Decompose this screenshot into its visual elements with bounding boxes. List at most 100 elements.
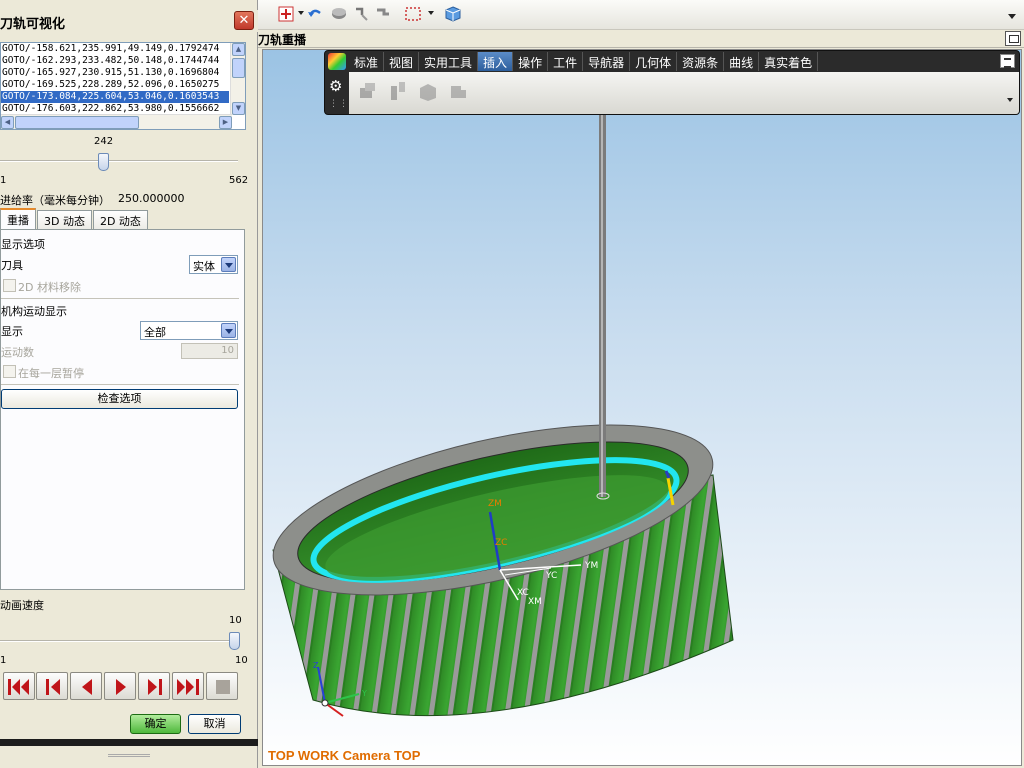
code-line[interactable]: GOTO/-158.621,235.991,49.149,0.1792474 <box>1 43 229 55</box>
motion-count-field[interactable]: 10 <box>181 343 238 359</box>
undo-arrow-icon[interactable] <box>306 5 324 23</box>
step-back-icon <box>46 679 60 695</box>
chevron-down-icon[interactable] <box>221 323 236 338</box>
scroll-left-icon[interactable]: ◀ <box>1 116 14 129</box>
create-program-icon[interactable] <box>357 80 379 102</box>
motion-slider-thumb[interactable] <box>97 153 109 171</box>
code-line[interactable]: GOTO/-162.293,233.482,50.148,0.1744744 <box>1 55 229 67</box>
xm-axis-label: XM <box>528 597 542 607</box>
ribbon-tab-navigator[interactable]: 导航器 <box>583 52 631 71</box>
display-label: 显示 <box>1 325 23 338</box>
display-options-heading: 显示选项 <box>1 238 45 251</box>
pause-each-layer-checkbox[interactable] <box>3 365 16 378</box>
app-logo-icon[interactable] <box>328 53 346 70</box>
graphics-viewport[interactable]: ZM ZC YC YM XC XM Z Y TOP WORK Camera TO… <box>262 49 1022 766</box>
screen: 刀轨重播 ZM ZC YC YM XC XM Z Y TOP WORK Came… <box>0 0 1024 768</box>
ribbon-tab-workpiece[interactable]: 工件 <box>548 52 584 71</box>
speed-max-value: 10 <box>235 655 248 666</box>
replay-panel: 显示选项 刀具 实体 2D 材料移除 机构运动显示 显示 全部 运动数 10 在… <box>0 229 245 590</box>
ribbon-tabs: 标准 视图 实用工具 插入 操作 工件 导航器 几何体 资源条 曲线 真实着色 <box>349 52 819 72</box>
animation-speed-label: 动画速度 <box>0 599 44 612</box>
material-removal-checkbox[interactable] <box>3 279 16 292</box>
tab-2d-dynamic[interactable]: 2D 动态 <box>92 210 148 229</box>
speed-slider-thumb[interactable] <box>229 632 240 650</box>
code-line[interactable]: GOTO/-173.084,225.604,53.046,0.1603543 <box>1 91 229 103</box>
step-forward-icon <box>148 679 162 695</box>
ribbon-tab-true-shading[interactable]: 真实着色 <box>759 52 819 71</box>
ribbon-tab-resource-bar[interactable]: 资源条 <box>677 52 725 71</box>
z-triad-label: Z <box>313 661 319 670</box>
tool-icon[interactable] <box>374 5 392 23</box>
zm-axis-label: ZM <box>488 499 502 509</box>
ribbon-tab-operation[interactable]: 操作 <box>513 52 549 71</box>
toolpath-code-list[interactable]: GOTO/-158.621,235.991,49.149,0.1792474 GO… <box>0 42 246 130</box>
view-cube-icon[interactable] <box>444 5 462 23</box>
transform-icon[interactable] <box>352 5 370 23</box>
step-forward-button[interactable] <box>138 672 170 700</box>
check-options-button[interactable]: 检查选项 <box>1 389 238 409</box>
motion-count-label: 运动数 <box>1 346 34 359</box>
speed-slider-track[interactable] <box>0 640 238 642</box>
ribbon-tab-curve[interactable]: 曲线 <box>724 52 760 71</box>
view-label: TOP WORK Camera TOP <box>268 748 421 763</box>
motion-slider-track[interactable] <box>0 160 238 162</box>
feed-rate-label: 进给率（毫米每分钟） <box>0 194 110 207</box>
ribbon-menu-icon[interactable] <box>1000 54 1015 68</box>
select-dropdown-icon[interactable] <box>428 11 434 15</box>
hscroll-thumb[interactable] <box>15 116 139 129</box>
go-to-start-button[interactable] <box>3 672 35 700</box>
divider <box>1 384 239 385</box>
ribbon-tab-geometry[interactable]: 几何体 <box>630 52 678 71</box>
horizontal-scrollbar[interactable]: ◀ ▶ <box>1 114 232 129</box>
chevron-down-icon[interactable] <box>221 257 236 272</box>
close-button[interactable]: ✕ <box>234 11 254 30</box>
create-tool-icon[interactable] <box>387 80 409 102</box>
stop-icon <box>216 680 230 694</box>
display-select[interactable]: 全部 <box>140 321 238 340</box>
scroll-down-icon[interactable]: ▼ <box>232 102 245 115</box>
go-to-end-button[interactable] <box>172 672 204 700</box>
dialog-title: 刀轨可视化 <box>0 10 258 32</box>
add-point-icon[interactable] <box>278 5 296 23</box>
ribbon-tab-utilities[interactable]: 实用工具 <box>419 52 479 71</box>
gear-icon[interactable]: ⚙ <box>329 77 342 95</box>
ribbon-collapse-icon[interactable] <box>1007 98 1013 102</box>
play-reverse-button[interactable] <box>70 672 102 700</box>
add-point-dropdown-icon[interactable] <box>298 11 304 15</box>
resize-grip-icon[interactable] <box>108 754 150 757</box>
ym-axis-label: YM <box>584 561 598 571</box>
toolbar-overflow-icon[interactable] <box>1008 14 1016 19</box>
slider-current-value: 242 <box>94 136 114 147</box>
ribbon-tab-standard[interactable]: 标准 <box>349 52 385 71</box>
scroll-right-icon[interactable]: ▶ <box>219 116 232 129</box>
tab-3d-dynamic[interactable]: 3D 动态 <box>37 210 92 229</box>
restore-window-icon[interactable] <box>1005 31 1021 46</box>
play-forward-button[interactable] <box>104 672 136 700</box>
ok-button[interactable]: 确定 <box>130 714 181 734</box>
tool-display-select[interactable]: 实体 <box>189 255 238 274</box>
ribbon-tab-view[interactable]: 视图 <box>384 52 420 71</box>
scroll-thumb[interactable] <box>232 58 245 78</box>
select-box-icon[interactable] <box>404 5 422 23</box>
ribbon-body <box>349 72 1019 114</box>
mechanism-heading: 机构运动显示 <box>1 305 67 318</box>
ribbon-tab-insert[interactable]: 插入 <box>478 52 514 71</box>
solid-icon[interactable] <box>330 5 348 23</box>
code-line[interactable]: GOTO/-169.525,228.289,52.096,0.1650275 <box>1 79 229 91</box>
speed-min-value: 1 <box>0 655 7 666</box>
slider-max-value: 562 <box>229 175 249 186</box>
create-geometry-icon[interactable] <box>417 80 439 102</box>
step-back-button[interactable] <box>36 672 68 700</box>
code-line[interactable]: GOTO/-165.927,230.915,51.130,0.1696804 <box>1 67 229 79</box>
stop-button[interactable] <box>206 672 238 700</box>
create-method-icon[interactable] <box>447 80 469 102</box>
cancel-button[interactable]: 取消 <box>188 714 241 734</box>
tab-replay[interactable]: 重播 <box>0 208 36 229</box>
vertical-scrollbar[interactable]: ▲ ▼ <box>230 43 245 115</box>
toolpath-visualization-dialog: 刀轨可视化 ✕ GOTO/-158.621,235.991,49.149,0.1… <box>0 0 258 768</box>
scroll-up-icon[interactable]: ▲ <box>232 43 245 56</box>
zc-axis-label: ZC <box>495 538 507 548</box>
main-toolbar <box>256 0 1024 30</box>
play-icon <box>116 679 126 695</box>
speed-current-value: 10 <box>229 615 242 626</box>
